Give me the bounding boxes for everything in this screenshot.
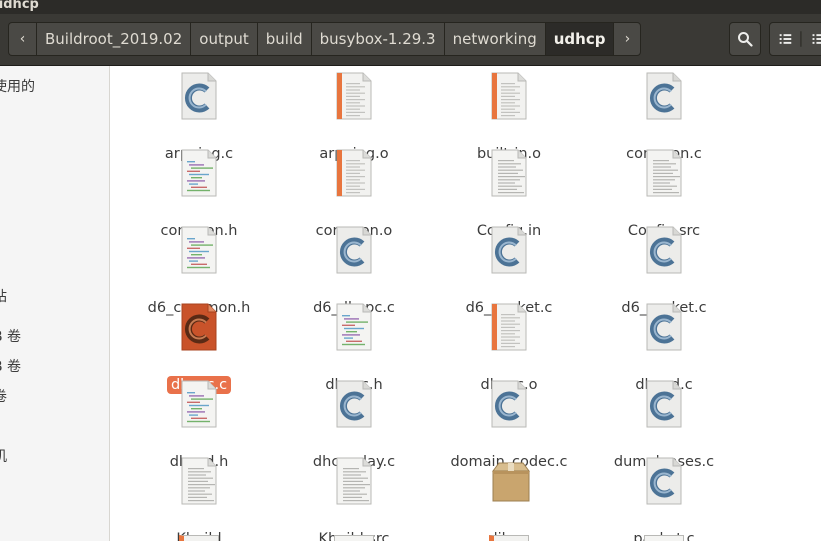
text-file-icon	[179, 457, 219, 505]
c-source-file-icon	[644, 226, 684, 274]
object-file-icon	[334, 72, 374, 120]
object-file-icon	[179, 535, 219, 541]
pathbar-back-button[interactable]: ‹	[8, 22, 36, 56]
crumb-busybox[interactable]: busybox-1.29.3	[310, 22, 444, 56]
crumb-udhcp[interactable]: udhcp	[544, 22, 614, 56]
pathbar-forward-button[interactable]: ›	[613, 22, 642, 56]
c-source-file-icon	[644, 457, 684, 505]
c-header-file-icon	[179, 149, 219, 197]
text-file-icon	[334, 535, 374, 541]
file-item[interactable]: packet.c	[587, 457, 741, 541]
object-file-icon	[334, 149, 374, 197]
crumb-build[interactable]: build	[256, 22, 311, 56]
text-file-icon	[334, 457, 374, 505]
sidebar-item-other[interactable]: 站	[0, 286, 7, 306]
c-header-file-icon	[179, 380, 219, 428]
object-file-icon	[489, 303, 529, 351]
list-view-icon	[779, 31, 821, 47]
window-titlebar: udhcp	[0, 0, 821, 14]
c-source-file-icon	[179, 303, 219, 351]
c-source-file-icon	[644, 72, 684, 120]
view-toggle-button[interactable]	[769, 22, 821, 56]
sidebar-item-volume-1[interactable]: B 卷	[0, 326, 21, 346]
file-item[interactable]: lib.a	[432, 457, 586, 541]
text-file-icon	[644, 149, 684, 197]
header-bar: ‹ Buildroot_2019.02 output build busybox…	[0, 14, 821, 66]
file-grid: arpping.carpping.obuilt-in.ocommon.ccomm…	[117, 66, 821, 541]
c-source-file-icon	[334, 226, 374, 274]
crumb-output[interactable]: output	[190, 22, 257, 56]
chevron-right-icon: ›	[624, 31, 631, 47]
file-item[interactable]: Kbuild.src	[277, 457, 431, 541]
c-header-file-icon	[179, 226, 219, 274]
sidebar-item-computer[interactable]: 机	[0, 446, 7, 466]
crumb-networking[interactable]: networking	[443, 22, 545, 56]
chevron-left-icon: ‹	[19, 31, 26, 47]
pathbar: ‹ Buildroot_2019.02 output build busybox…	[8, 22, 642, 56]
c-source-file-icon	[644, 303, 684, 351]
c-source-file-icon	[179, 72, 219, 120]
search-icon	[738, 32, 753, 47]
sidebar: 使用的 站 B 卷 B 卷 卷 机	[0, 66, 110, 541]
window-title: udhcp	[0, 0, 39, 12]
object-file-icon	[489, 535, 529, 541]
sidebar-item-volume-3[interactable]: 卷	[0, 386, 7, 406]
c-source-file-icon	[489, 380, 529, 428]
file-item[interactable]: Kbuild	[122, 457, 276, 541]
archive-file-icon	[489, 457, 530, 505]
c-source-file-icon	[334, 380, 374, 428]
text-file-icon	[644, 535, 684, 541]
text-file-icon	[489, 149, 529, 197]
object-file-icon	[489, 72, 529, 120]
crumb-buildroot[interactable]: Buildroot_2019.02	[36, 22, 191, 56]
c-header-file-icon	[334, 303, 374, 351]
sidebar-item-recent[interactable]: 使用的	[0, 76, 35, 96]
sidebar-item-volume-2[interactable]: B 卷	[0, 356, 21, 376]
c-source-file-icon	[644, 380, 684, 428]
c-source-file-icon	[489, 226, 529, 274]
search-button[interactable]	[729, 22, 761, 56]
